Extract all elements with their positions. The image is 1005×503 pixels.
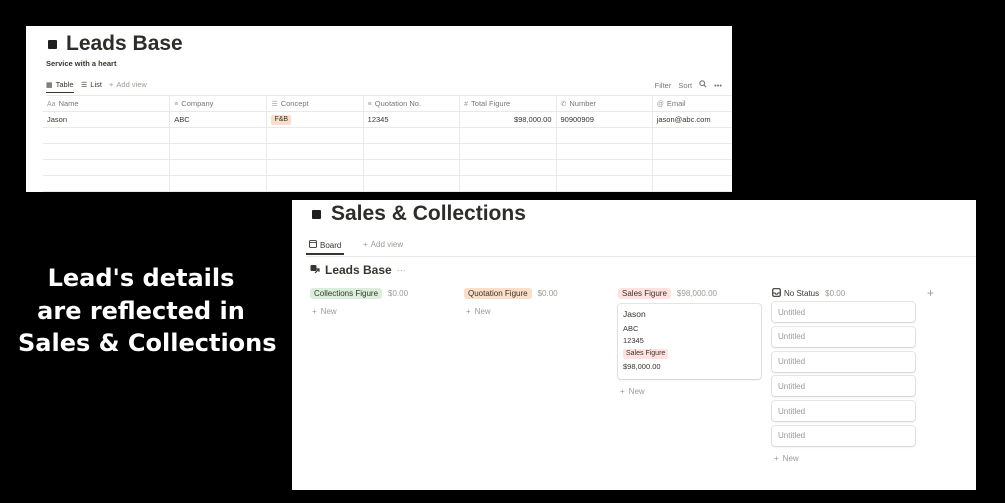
column-header[interactable]: Collections Figure $0.00 — [310, 287, 456, 299]
leads-base-screenshot: Leads Base Service with a heart ▦ Table … — [26, 26, 732, 192]
phone-icon: ✆ — [560, 101, 567, 108]
more-icon[interactable]: ••• — [714, 81, 722, 90]
column-header-company[interactable]: ≡ Company — [169, 96, 268, 112]
leads-table: Aa Name ≡ Company ☰ Concept ≡ Quotation No. … — [43, 96, 732, 192]
plus-icon: + — [774, 453, 779, 463]
board-column-no-status: No Status $0.00 Untitled Untitled Untitl… — [772, 287, 918, 463]
cell-total[interactable]: $98,000.00 — [459, 111, 557, 128]
sales-collections-screenshot: Sales & Collections Board + Add view Lea… — [292, 200, 976, 490]
board-card[interactable]: Jason ABC 12345 Sales Figure $98,000.00 — [618, 304, 761, 379]
table-icon: ▦ — [46, 81, 53, 89]
tab-list[interactable]: ☰ List — [81, 80, 102, 89]
column-header-concept[interactable]: ☰ Concept — [266, 96, 364, 112]
cell-email[interactable]: jason@abc.com — [652, 111, 732, 128]
status-pill: Quotation Figure — [464, 287, 532, 299]
board-card-untitled[interactable]: Untitled — [772, 425, 915, 446]
filter-button[interactable]: Filter — [655, 81, 672, 90]
column-header-quotation[interactable]: ≡ Quotation No. — [363, 96, 461, 112]
page-title: Sales & Collections — [312, 202, 526, 226]
text-lines-icon: ≡ — [174, 101, 179, 108]
plus-icon: + — [312, 307, 317, 316]
hash-icon: # — [464, 101, 469, 108]
view-toolbar: Filter Sort ••• — [655, 80, 722, 90]
list-icon: ☰ — [81, 81, 88, 89]
sort-button[interactable]: Sort — [678, 81, 692, 90]
board-group-header[interactable]: Leads Base ··· — [310, 263, 406, 277]
plus-icon: + — [109, 80, 114, 89]
plus-icon: + — [620, 387, 625, 396]
table-row-empty[interactable] — [43, 127, 732, 144]
cell-quotation[interactable]: 12345 — [363, 111, 461, 128]
caption-text: Lead's details are reflected in Sales & … — [18, 264, 277, 357]
page-title: Leads Base — [48, 32, 183, 56]
table-row-empty[interactable] — [43, 159, 732, 176]
divider — [306, 256, 976, 257]
card-title: Jason — [623, 309, 646, 319]
column-header-name[interactable]: Aa Name — [43, 96, 171, 112]
card-company: ABC — [623, 324, 639, 333]
page-description: Service with a heart — [46, 59, 117, 68]
plus-icon: + — [466, 307, 471, 316]
page-icon — [312, 209, 321, 219]
column-header[interactable]: Sales Figure $98,000.00 — [618, 287, 764, 299]
board-column-sales: Sales Figure $98,000.00 Jason ABC 12345 … — [618, 287, 764, 396]
add-view-button[interactable]: + Add view — [363, 240, 403, 249]
column-sum: $0.00 — [537, 288, 558, 298]
linked-database-icon — [310, 263, 320, 277]
status-pill: Collections Figure — [310, 287, 383, 299]
page-icon — [48, 39, 57, 49]
column-title: No Status — [784, 288, 820, 298]
card-list: Untitled Untitled Untitled Untitled Unti… — [772, 302, 918, 446]
cell-name[interactable]: Jason — [43, 111, 171, 128]
new-card-button[interactable]: + New — [312, 307, 456, 316]
view-bar: ▦ Table ☰ List + Add view Filter Sort ••… — [46, 79, 726, 94]
status-pill: Sales Figure — [618, 287, 671, 299]
at-icon: @ — [656, 101, 664, 108]
column-header-number[interactable]: ✆ Number — [556, 96, 653, 112]
status-tag: Sales Figure — [623, 349, 669, 359]
concept-tag: F&B — [271, 115, 292, 125]
column-sum: $0.00 — [388, 288, 409, 298]
table-row[interactable]: Jason ABC F&B 12345 $98,000.00 90900909 … — [43, 111, 732, 128]
tab-table[interactable]: ▦ Table — [46, 80, 74, 93]
cell-concept[interactable]: F&B — [266, 111, 364, 128]
board-card-untitled[interactable]: Untitled — [772, 326, 915, 347]
cell-company[interactable]: ABC — [169, 111, 268, 128]
table-row-empty[interactable] — [43, 143, 732, 160]
table-row-empty[interactable] — [43, 175, 732, 192]
text-lines-icon: ≡ — [367, 101, 372, 108]
board-column-quotation: Quotation Figure $0.00 + New — [464, 287, 610, 316]
add-view-button[interactable]: + Add view — [109, 80, 147, 89]
board-icon — [309, 240, 317, 250]
tab-board[interactable]: Board — [306, 240, 345, 255]
board-card-untitled[interactable]: Untitled — [772, 376, 915, 397]
column-header-total[interactable]: # Total Figure — [459, 96, 557, 112]
column-header[interactable]: No Status $0.00 — [772, 287, 918, 299]
column-header[interactable]: Quotation Figure $0.00 — [464, 287, 610, 299]
new-card-button[interactable]: + New — [620, 387, 764, 396]
column-sum: $98,000.00 — [676, 288, 717, 298]
cell-number[interactable]: 90900909 — [556, 111, 653, 128]
board-column-collections: Collections Figure $0.00 + New — [310, 287, 456, 316]
search-icon[interactable] — [699, 80, 707, 90]
card-total: $98,000.00 — [623, 362, 661, 371]
card-quotation: 12345 — [623, 336, 644, 345]
board-card-untitled[interactable]: Untitled — [772, 302, 915, 322]
board-card-untitled[interactable]: Untitled — [772, 351, 915, 372]
board-card-untitled[interactable]: Untitled — [772, 401, 915, 422]
add-group-button[interactable]: + — [927, 286, 934, 300]
new-card-button[interactable]: + New — [466, 307, 610, 316]
column-header-email[interactable]: @ Email — [652, 96, 732, 112]
table-header-row: Aa Name ≡ Company ☰ Concept ≡ Quotation No. … — [43, 96, 732, 112]
text-icon: Aa — [47, 101, 56, 108]
inbox-icon — [772, 287, 781, 299]
list-icon: ☰ — [271, 101, 278, 108]
more-icon[interactable]: ··· — [397, 265, 406, 275]
plus-icon: + — [363, 240, 368, 249]
new-card-button[interactable]: + New — [774, 454, 918, 463]
column-sum: $0.00 — [825, 288, 846, 298]
